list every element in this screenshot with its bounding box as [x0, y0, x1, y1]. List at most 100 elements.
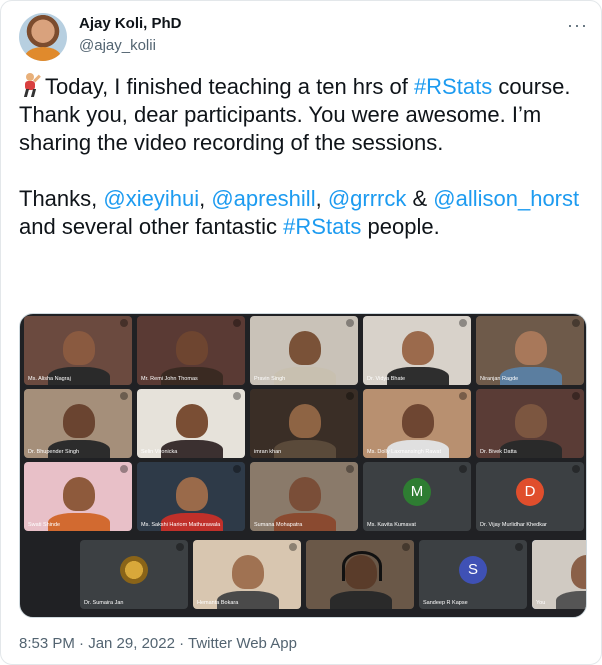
mic-muted-icon: [120, 465, 128, 473]
mic-muted-icon: [120, 392, 128, 400]
participant-tile[interactable]: Ms. Dolly Laxmansingh Rawat: [363, 389, 471, 458]
participant-tile[interactable]: [306, 540, 414, 609]
participant-initial-avatar: D: [516, 477, 544, 506]
participant-tile[interactable]: Dr. Vidya Bhate: [363, 316, 471, 385]
mic-muted-icon: [459, 319, 467, 327]
participant-name: Ms. Sakshi Hariom Mathurawala: [141, 522, 221, 528]
tweet-link[interactable]: @allison_horst: [433, 186, 579, 211]
tweet-text-segment: people.: [361, 214, 440, 239]
mic-muted-icon: [289, 543, 297, 551]
participant-name: Selin Vironicka: [141, 449, 178, 455]
participant-face: [62, 331, 95, 366]
tweet-text-segment: and several other fantastic: [19, 214, 284, 239]
participant-name: Swati Shinde: [28, 522, 61, 528]
mic-muted-icon: [402, 543, 410, 551]
tweet-link[interactable]: #RStats: [283, 214, 361, 239]
participant-name: Mr. Remi John Thomas: [141, 376, 198, 382]
mic-muted-icon: [572, 392, 580, 400]
mic-muted-icon: [572, 319, 580, 327]
participant-tile[interactable]: Niranjan Ragde: [476, 316, 584, 385]
author-handle[interactable]: @ajay_kolii: [79, 37, 156, 54]
tweet-text-segment: Thanks,: [19, 186, 104, 211]
participant-face: [62, 477, 95, 512]
participant-face: [514, 404, 547, 439]
tweet-link[interactable]: #RStats: [414, 74, 492, 99]
tweet-paragraph: Today, I finished teaching a ten hrs of …: [19, 73, 585, 157]
participant-name: Sumana Mohapatra: [254, 522, 303, 528]
participant-tile[interactable]: Swati Shinde: [24, 462, 132, 531]
mic-muted-icon: [346, 392, 354, 400]
participant-tile[interactable]: Selin Vironicka: [137, 389, 245, 458]
mic-muted-icon: [515, 543, 523, 551]
participant-face: [231, 555, 264, 590]
participant-body: [555, 591, 586, 609]
participant-tile[interactable]: Pravin Singh: [250, 316, 358, 385]
participant-tile[interactable]: Ms. Sakshi Hariom Mathurawala: [137, 462, 245, 531]
participant-name: Dr. Bhupender Singh: [28, 449, 80, 455]
participant-tile[interactable]: S Sandeep R Kapse: [419, 540, 527, 609]
mic-muted-icon: [572, 465, 580, 473]
more-options-icon[interactable]: ···: [567, 15, 588, 36]
participant-name: Niranjan Ragde: [480, 376, 519, 382]
participant-body: [329, 591, 392, 609]
tweet-text-segment: ,: [315, 186, 328, 211]
dancing-person-icon: [19, 73, 41, 97]
participant-tile[interactable]: Ms. Alisha Nagraj: [24, 316, 132, 385]
participant-face: [401, 404, 434, 439]
participant-face: [288, 331, 321, 366]
participant-tile[interactable]: Dr. Sumaira Jan: [80, 540, 188, 609]
mic-muted-icon: [459, 465, 467, 473]
headphones-icon: [341, 551, 382, 582]
participant-face: [401, 331, 434, 366]
tweet-link[interactable]: @grrrck: [328, 186, 407, 211]
tweet-link[interactable]: @apreshill: [211, 186, 315, 211]
participant-face: [288, 477, 321, 512]
author-name[interactable]: Ajay Koli, PhD: [79, 15, 182, 32]
tweet-card: Ajay Koli, PhD @ajay_kolii ··· Today, I …: [0, 0, 602, 665]
participant-tile[interactable]: •••You: [532, 540, 586, 609]
participant-tile[interactable]: imran khan: [250, 389, 358, 458]
participant-face: [175, 477, 208, 512]
participant-face: [62, 404, 95, 439]
participant-name: Sandeep R Kapse: [423, 600, 468, 606]
participant-face: [175, 331, 208, 366]
participant-body: [273, 440, 336, 458]
participant-tile[interactable]: M Ms. Kavita Kumavat: [363, 462, 471, 531]
tweet-link[interactable]: @xieyihui: [103, 186, 199, 211]
mic-muted-icon: [233, 392, 241, 400]
participant-tile[interactable]: Mr. Remi John Thomas: [137, 316, 245, 385]
participant-initial-avatar: M: [403, 477, 431, 506]
participant-name: Dr. Vidya Bhate: [367, 376, 406, 382]
participant-face: [175, 404, 208, 439]
tweet-text-segment: ,: [199, 186, 212, 211]
tweet-text-segment: &: [406, 186, 434, 211]
participant-initial-avatar: S: [459, 555, 487, 584]
tweet-paragraph: Thanks, @xieyihui, @apreshill, @grrrck &…: [19, 185, 585, 241]
participant-tile[interactable]: Sumana Mohapatra: [250, 462, 358, 531]
participant-name: Dr. Bivek Datta: [480, 449, 517, 455]
tweet-text-segment: Today, I finished teaching a ten hrs of: [45, 74, 414, 99]
tweet-image-video-call-grid[interactable]: Ms. Alisha Nagraj Mr. Remi John Thomas Pra…: [19, 313, 587, 618]
participant-face: [514, 331, 547, 366]
participant-name: Ms. Dolly Laxmansingh Rawat: [367, 449, 441, 455]
mic-muted-icon: [233, 319, 241, 327]
participant-name: Dr. Sumaira Jan: [84, 600, 124, 606]
participant-tile[interactable]: D Dr. Vijay Murlidhar Khedkar: [476, 462, 584, 531]
mic-muted-icon: [346, 465, 354, 473]
tweet-timestamp[interactable]: 8:53 PM · Jan 29, 2022 · Twitter Web App: [19, 635, 297, 652]
author-avatar[interactable]: [19, 13, 67, 61]
participant-name: You: [536, 600, 546, 606]
mic-muted-icon: [459, 392, 467, 400]
participant-tile[interactable]: Dr. Bhupender Singh: [24, 389, 132, 458]
participant-name: Hemanta Bokara: [197, 600, 239, 606]
mic-muted-icon: [176, 543, 184, 551]
participant-tile[interactable]: Hemanta Bokara: [193, 540, 301, 609]
mic-muted-icon: [120, 319, 128, 327]
participant-name: Ms. Kavita Kumavat: [367, 522, 416, 528]
mic-muted-icon: [233, 465, 241, 473]
participant-tile[interactable]: Dr. Bivek Datta: [476, 389, 584, 458]
participant-name: Pravin Singh: [254, 376, 286, 382]
participant-name: Ms. Alisha Nagraj: [28, 376, 71, 382]
tweet-text: Today, I finished teaching a ten hrs of …: [19, 73, 585, 241]
medal-profile-image: [120, 555, 148, 584]
